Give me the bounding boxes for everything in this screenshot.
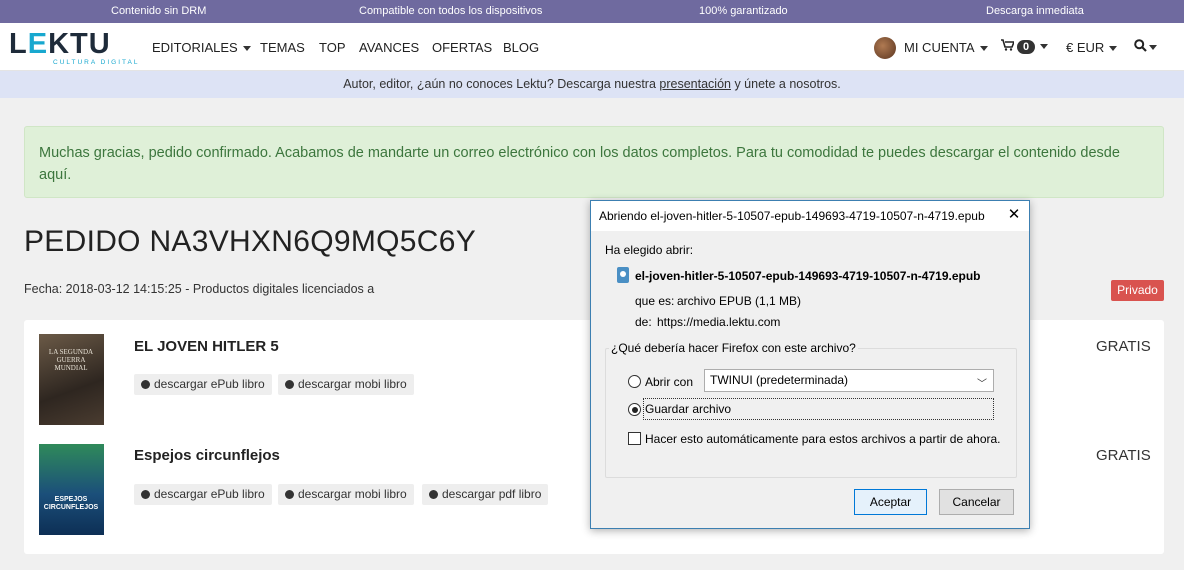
- item-title[interactable]: EL JOVEN HITLER 5: [134, 338, 279, 355]
- main-navbar: LEKTU CULTURA DIGITAL EDITORIALES TEMAS …: [0, 23, 1184, 71]
- order-date-line: Fecha: 2018-03-12 14:15:25 - Productos d…: [24, 282, 375, 296]
- cancel-button[interactable]: Cancelar: [939, 489, 1014, 515]
- book-cover-image[interactable]: ESPEJOS CIRCUNFLEJOS: [39, 444, 104, 535]
- avatar[interactable]: [874, 37, 896, 59]
- cover-title-text: LA SEGUNDA GUERRA MUNDIAL: [48, 348, 94, 372]
- download-icon: [141, 380, 150, 389]
- download-epub-label: descargar ePub libro: [154, 487, 265, 501]
- nav-editoriales-label: EDITORIALES: [152, 40, 238, 55]
- nav-blog[interactable]: BLOG: [503, 40, 539, 55]
- open-with-label[interactable]: Abrir con: [645, 375, 693, 389]
- save-file-label[interactable]: Guardar archivo: [645, 402, 731, 416]
- promo-banner: Autor, editor, ¿aún no conoces Lektu? De…: [0, 71, 1184, 98]
- accept-button[interactable]: Aceptar: [854, 489, 927, 515]
- cart-icon: [1001, 39, 1016, 51]
- item-price: GRATIS: [1096, 447, 1151, 464]
- nav-mi-cuenta[interactable]: MI CUENTA: [904, 40, 988, 55]
- banner-text-end: y únete a nosotros.: [730, 77, 841, 91]
- search-icon: [1134, 39, 1147, 52]
- cover-title-text: ESPEJOS CIRCUNFLEJOS: [43, 496, 99, 511]
- banner-text: Autor, editor, ¿aún no conoces Lektu? De…: [343, 77, 660, 91]
- item-price: GRATIS: [1096, 338, 1151, 355]
- chevron-down-icon: [1040, 44, 1049, 50]
- status-badge: Privado: [1111, 280, 1164, 301]
- nav-cart[interactable]: 0: [1001, 38, 1049, 54]
- dialog-filename: el-joven-hitler-5-10507-epub-149693-4719…: [635, 269, 981, 283]
- topbar-item-drm: Contenido sin DRM: [111, 5, 207, 17]
- download-epub-button[interactable]: descargar ePub libro: [134, 374, 272, 395]
- open-with-app-select[interactable]: TWINUI (predeterminada) ﹀: [704, 369, 994, 392]
- logo-letter-e: E: [27, 28, 49, 60]
- topbar-item-guarantee: 100% garantizado: [699, 5, 788, 17]
- chevron-down-icon: [1109, 46, 1118, 52]
- open-with-radio[interactable]: [628, 375, 641, 388]
- file-open-dialog: Abriendo el-joven-hitler-5-10507-epub-14…: [590, 200, 1030, 529]
- download-mobi-label: descargar mobi libro: [298, 377, 407, 391]
- page-title: PEDIDO NA3VHXN6Q9MQ5C6Y: [24, 225, 477, 258]
- file-source-value: https://media.lektu.com: [657, 315, 781, 329]
- cart-count-badge: 0: [1017, 40, 1036, 54]
- nav-ofertas[interactable]: OFERTAS: [432, 40, 492, 55]
- auto-action-label[interactable]: Hacer esto automáticamente para estos ar…: [645, 432, 1001, 446]
- topbar-item-instant: Descarga inmediata: [986, 5, 1084, 17]
- file-type-value: archivo EPUB (1,1 MB): [677, 294, 802, 308]
- account-label: MI CUENTA: [904, 40, 975, 55]
- dialog-intro: Ha elegido abrir:: [605, 243, 694, 257]
- logo-letter-l: L: [9, 28, 28, 60]
- banner-presentation-link[interactable]: presentación: [659, 77, 731, 91]
- nav-search[interactable]: [1134, 39, 1157, 54]
- chevron-down-icon: ﹀: [977, 379, 987, 390]
- logo-letters-ktu: KTU: [48, 28, 111, 60]
- download-epub-button[interactable]: descargar ePub libro: [134, 484, 272, 505]
- top-info-bar: Contenido sin DRM Compatible con todos l…: [0, 0, 1184, 23]
- open-with-app-value: TWINUI (predeterminada): [710, 373, 849, 387]
- download-mobi-button[interactable]: descargar mobi libro: [278, 484, 414, 505]
- currency-label: € EUR: [1066, 40, 1105, 55]
- chevron-down-icon: [242, 46, 251, 52]
- nav-editoriales[interactable]: EDITORIALES: [152, 40, 251, 55]
- success-alert: Muchas gracias, pedido confirmado. Acaba…: [24, 126, 1164, 198]
- dialog-title: Abriendo el-joven-hitler-5-10507-epub-14…: [599, 209, 985, 223]
- lektu-logo[interactable]: LEKTU CULTURA DIGITAL: [9, 29, 139, 67]
- download-pdf-label: descargar pdf libro: [442, 487, 542, 501]
- logo-tagline: CULTURA DIGITAL: [53, 59, 140, 66]
- chevron-down-icon: [979, 46, 988, 52]
- download-icon: [285, 380, 294, 389]
- chevron-down-icon: [1149, 45, 1157, 51]
- epub-file-icon: [617, 267, 629, 283]
- file-source-label: de:: [635, 315, 652, 329]
- close-icon[interactable]: ✕: [1005, 206, 1023, 224]
- download-icon: [429, 490, 438, 499]
- download-mobi-label: descargar mobi libro: [298, 487, 407, 501]
- download-pdf-button[interactable]: descargar pdf libro: [422, 484, 549, 505]
- download-icon: [141, 490, 150, 499]
- file-type-label: que es:: [635, 294, 675, 308]
- download-mobi-button[interactable]: descargar mobi libro: [278, 374, 414, 395]
- book-cover-image[interactable]: LA SEGUNDA GUERRA MUNDIAL: [39, 334, 104, 425]
- download-epub-label: descargar ePub libro: [154, 377, 265, 391]
- nav-temas[interactable]: TEMAS: [260, 40, 305, 55]
- download-icon: [285, 490, 294, 499]
- item-title[interactable]: Espejos circunflejos: [134, 447, 280, 464]
- nav-top[interactable]: TOP: [319, 40, 346, 55]
- dialog-titlebar: Abriendo el-joven-hitler-5-10507-epub-14…: [591, 201, 1029, 231]
- action-question: ¿Qué debería hacer Firefox con este arch…: [609, 341, 858, 355]
- auto-action-checkbox[interactable]: [628, 432, 641, 445]
- topbar-item-compatible: Compatible con todos los dispositivos: [359, 5, 543, 17]
- save-file-radio[interactable]: [628, 403, 641, 416]
- nav-currency[interactable]: € EUR: [1066, 40, 1118, 55]
- nav-avances[interactable]: AVANCES: [359, 40, 419, 55]
